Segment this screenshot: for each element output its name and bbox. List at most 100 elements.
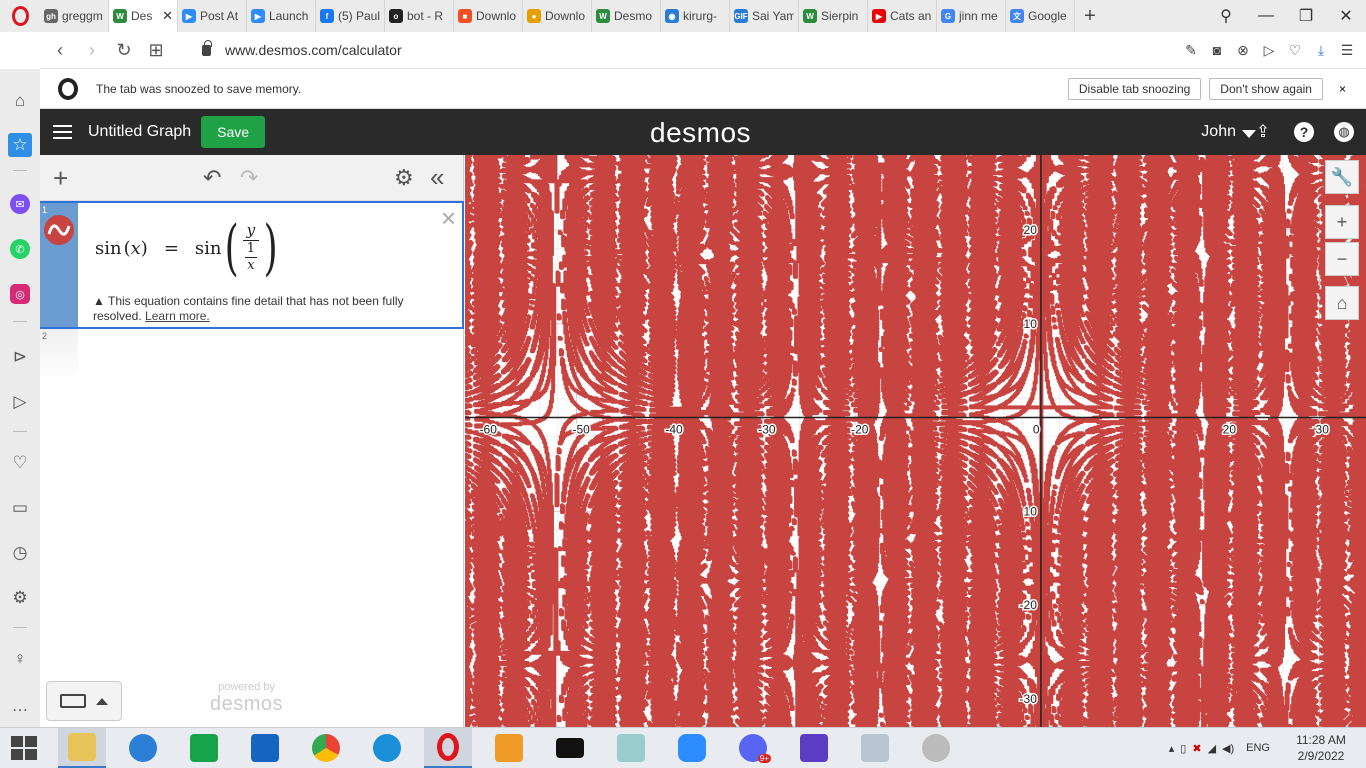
- zoom-in-button[interactable]: +: [1325, 205, 1359, 239]
- browser-tab[interactable]: ■ Downlo: [454, 0, 523, 32]
- app-icon[interactable]: [485, 728, 533, 768]
- reload-button[interactable]: ↻: [108, 40, 140, 61]
- close-tab-icon[interactable]: ✕: [162, 8, 173, 24]
- store-icon[interactable]: [180, 728, 228, 768]
- browser-tab[interactable]: ◉ kirurg-: [661, 0, 730, 32]
- browser-tab[interactable]: ▶ Launch: [247, 0, 316, 32]
- chrome-icon[interactable]: [302, 728, 350, 768]
- network-icon[interactable]: ✖: [1192, 742, 1201, 755]
- settings-app-icon[interactable]: [790, 728, 838, 768]
- bookmarks-heart-icon[interactable]: ♡: [8, 451, 32, 475]
- user-menu[interactable]: John: [1201, 123, 1236, 141]
- browser-tab[interactable]: Gjinn me: [937, 0, 1006, 32]
- redo-icon[interactable]: ↷: [240, 165, 258, 191]
- delete-expression-icon[interactable]: ×: [441, 203, 456, 234]
- settings-gear-icon[interactable]: ⚙: [394, 165, 414, 191]
- keypad-toggle-button[interactable]: [46, 681, 122, 721]
- cmd-icon[interactable]: [546, 728, 594, 768]
- search-tabs-icon[interactable]: ⚲: [1206, 6, 1246, 26]
- settings-icon[interactable]: ⚙: [8, 586, 32, 610]
- adblock-icon[interactable]: ⊗: [1234, 42, 1252, 59]
- disable-snoozing-button[interactable]: Disable tab snoozing: [1068, 78, 1201, 100]
- share-icon[interactable]: ⇪: [1253, 122, 1273, 142]
- internet-explorer-icon[interactable]: [119, 728, 167, 768]
- flow-icon[interactable]: ▷: [8, 390, 32, 414]
- browser-tab[interactable]: o bot - R: [385, 0, 454, 32]
- restore-button[interactable]: ❐: [1286, 6, 1326, 26]
- save-button[interactable]: Save: [201, 116, 265, 148]
- file-explorer-icon[interactable]: [58, 728, 106, 768]
- more-icon[interactable]: …: [8, 694, 32, 718]
- monitor-icon[interactable]: [851, 728, 899, 768]
- forward-button[interactable]: ›: [76, 40, 108, 61]
- home-icon[interactable]: ⌂: [8, 89, 32, 113]
- browser-tab[interactable]: W Sierpin: [799, 0, 868, 32]
- browser-tab[interactable]: W Des ✕: [109, 0, 178, 32]
- history-icon[interactable]: ◷: [8, 541, 32, 565]
- equation[interactable]: sin (x) = sin ( y 1 x ): [95, 221, 282, 275]
- learn-more-link[interactable]: Learn more.: [145, 309, 210, 323]
- lightbulb-icon[interactable]: ♀: [8, 647, 32, 671]
- messenger-icon[interactable]: ✉: [10, 194, 30, 214]
- speaker-app-icon[interactable]: [912, 728, 960, 768]
- graph-style-icon[interactable]: [44, 215, 74, 245]
- star-icon[interactable]: ☆: [8, 133, 32, 157]
- browser-tab[interactable]: ▶ Post At: [178, 0, 247, 32]
- browser-tab[interactable]: GIF Sai Yam: [730, 0, 799, 32]
- volume-icon[interactable]: ◀): [1222, 742, 1234, 755]
- player-icon[interactable]: ⊳: [8, 345, 32, 369]
- browser-tab[interactable]: 文 Google: [1006, 0, 1075, 32]
- home-view-icon[interactable]: ⌂: [1325, 286, 1359, 320]
- add-expression-button[interactable]: +: [53, 163, 68, 194]
- language-indicator[interactable]: ENG: [1246, 742, 1270, 754]
- undo-icon[interactable]: ↶: [203, 165, 221, 191]
- wifi-icon[interactable]: ◢: [1208, 742, 1216, 755]
- heart-icon[interactable]: ♡: [1286, 42, 1304, 59]
- graph-paper[interactable]: -60 -50 -40 -30 -20 0 20 30 20 10 10 -20 -30 🔧 + − ⌂: [465, 155, 1366, 727]
- dont-show-again-button[interactable]: Don't show again: [1209, 78, 1323, 100]
- zoom-icon[interactable]: [668, 728, 716, 768]
- edge-icon[interactable]: [363, 728, 411, 768]
- new-tab-button[interactable]: +: [1075, 5, 1105, 28]
- close-window-button[interactable]: ✕: [1326, 6, 1366, 26]
- notepad-icon[interactable]: [607, 728, 655, 768]
- browser-tab[interactable]: W Desmo: [592, 0, 661, 32]
- discord-icon[interactable]: 9+: [729, 728, 777, 768]
- empty-expression-row[interactable]: 2: [40, 329, 78, 381]
- speed-dial-icon[interactable]: ⊞: [140, 40, 172, 61]
- opera-taskbar-icon[interactable]: [424, 728, 472, 768]
- graph-title[interactable]: Untitled Graph: [88, 123, 191, 141]
- whatsapp-icon[interactable]: ✆: [10, 239, 30, 259]
- help-icon[interactable]: ?: [1294, 122, 1314, 142]
- expression-tab[interactable]: 1: [40, 203, 78, 327]
- minimize-button[interactable]: —: [1246, 7, 1286, 25]
- back-button[interactable]: ‹: [44, 40, 76, 61]
- menu-icon[interactable]: [53, 125, 72, 139]
- opera-menu-icon[interactable]: [0, 0, 40, 32]
- wrench-icon[interactable]: 🔧: [1325, 160, 1359, 194]
- start-button[interactable]: [0, 728, 48, 768]
- browser-tab[interactable]: ● Downlo: [523, 0, 592, 32]
- expression-row[interactable]: 1 × sin (x) = sin ( y 1 x ) ▲ This equat…: [40, 201, 464, 329]
- camera-icon[interactable]: ◙: [1208, 42, 1226, 59]
- graph-canvas[interactable]: -60 -50 -40 -30 -20 0 20 30201010-20-30: [465, 155, 1366, 727]
- send-icon[interactable]: ▷: [1260, 42, 1278, 59]
- zoom-out-button[interactable]: −: [1325, 242, 1359, 276]
- edit-icon[interactable]: ✎: [1182, 42, 1200, 59]
- curve-sin-x-equals-sin-yx[interactable]: [465, 155, 1366, 727]
- close-notification-button[interactable]: ×: [1339, 82, 1346, 96]
- tray-expand-icon[interactable]: ▴: [1169, 742, 1175, 755]
- instagram-icon[interactable]: ◎: [10, 284, 30, 304]
- url-field[interactable]: www.desmos.com/calculator: [225, 42, 402, 58]
- globe-icon[interactable]: ◍: [1334, 122, 1354, 142]
- download-icon[interactable]: ⤓: [1312, 42, 1330, 59]
- browser-tab[interactable]: f (5) Paul: [316, 0, 385, 32]
- power-icon[interactable]: ▯: [1180, 742, 1186, 755]
- tabs-icon[interactable]: ▭: [8, 496, 32, 520]
- easy-setup-icon[interactable]: ☰: [1338, 42, 1356, 59]
- browser-tab[interactable]: ▶ Cats an: [868, 0, 937, 32]
- collapse-list-icon[interactable]: «: [430, 162, 444, 193]
- defender-icon[interactable]: [241, 728, 289, 768]
- browser-tab[interactable]: gh greggm: [40, 0, 109, 32]
- clock[interactable]: 11:28 AM 2/9/2022: [1286, 732, 1356, 764]
